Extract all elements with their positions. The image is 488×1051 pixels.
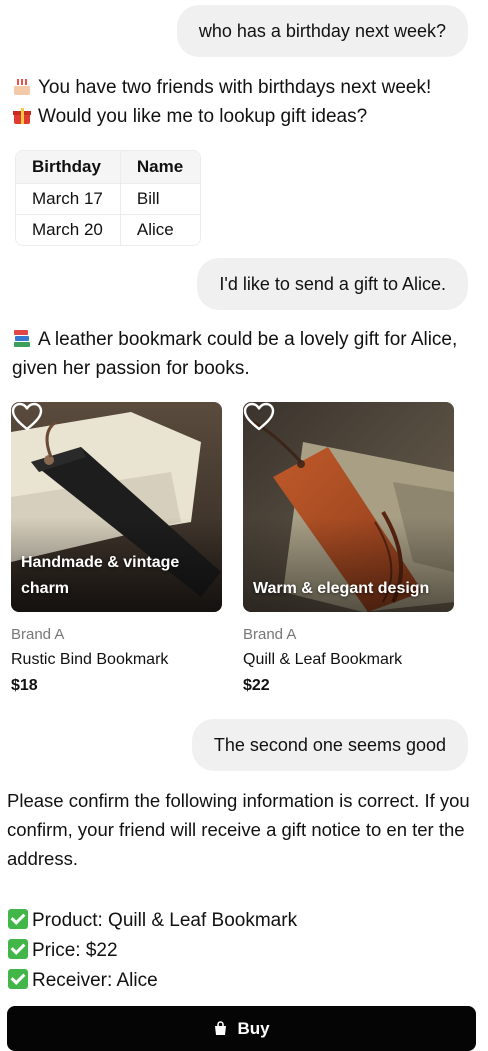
table-header-name: Name [120,151,200,183]
assistant-message-text: A leather bookmark could be a lovely gif… [12,329,458,379]
product-brand: Brand A [11,626,65,643]
product-name[interactable]: Rustic Bind Bookmark [11,651,222,669]
shopping-bag-icon [215,1021,227,1035]
table-header-row: Birthday Name [16,151,200,183]
confirmation-item-text: Product: Quill & Leaf Bookmark [32,910,298,931]
table-cell-date: March 20 [16,214,121,245]
confirmation-item: Product: Quill & Leaf Bookmark [8,906,297,936]
gift-icon [12,105,32,125]
check-mark-icon [8,939,28,959]
user-message-text: who has a birthday next week? [198,21,446,41]
assistant-message-line: Would you like me to lookup gift ideas? [12,102,478,131]
favorite-heart-icon[interactable] [11,402,43,432]
table-cell-name: Bill [120,183,200,214]
check-mark-icon [8,909,28,929]
product-price: $22 [243,677,270,694]
birthday-cake-icon [12,76,32,96]
table-cell-date: March 17 [16,183,121,214]
assistant-message-text: Would you like me to lookup gift ideas? [38,106,368,127]
user-message-text: I'd like to send a gift to Alice. [219,274,446,294]
table-row: March 20 Alice [16,214,200,245]
assistant-message-text: Please confirm the following information… [7,790,470,869]
table-row: March 17 Bill [16,183,200,214]
buy-button[interactable]: Buy [7,1006,476,1051]
assistant-message: A leather bookmark could be a lovely gif… [12,325,478,383]
check-mark-icon [8,969,28,989]
product-brand: Brand A [243,626,297,643]
user-message-bubble: I'd like to send a gift to Alice. [197,258,468,310]
confirmation-item: Receiver: Alice [8,966,297,996]
favorite-heart-icon[interactable] [243,402,275,432]
product-price: $18 [11,677,38,694]
product-image[interactable]: Warm & elegant design [243,402,454,612]
assistant-message-line: You have two friends with birthdays next… [12,73,478,102]
table-cell-name: Alice [120,214,200,245]
product-card[interactable]: Warm & elegant design Brand A Quill & Le… [243,402,454,695]
table-header-birthday: Birthday [16,151,121,183]
product-tagline: Handmade & vintage charm [21,554,180,597]
assistant-message: Please confirm the following information… [7,786,482,873]
confirmation-item: Price: $22 [8,936,297,966]
product-tagline: Warm & elegant design [253,580,430,597]
birthday-table: Birthday Name March 17 Bill March 20 Ali… [15,150,201,246]
confirmation-list: Product: Quill & Leaf Bookmark Price: $2… [8,906,297,996]
confirmation-item-text: Receiver: Alice [32,970,158,991]
buy-button-label: Buy [237,1018,270,1038]
user-message-text: The second one seems good [213,735,446,755]
product-name[interactable]: Quill & Leaf Bookmark [243,651,454,669]
user-message-bubble: who has a birthday next week? [176,5,468,57]
user-message-bubble: The second one seems good [191,719,468,771]
assistant-message: You have two friends with birthdays next… [12,73,478,131]
books-icon [12,328,32,348]
product-card[interactable]: Handmade & vintage charm Brand A Rustic … [11,402,222,695]
product-image[interactable]: Handmade & vintage charm [11,402,222,612]
assistant-message-text: You have two friends with birthdays next… [38,77,432,98]
confirmation-item-text: Price: $22 [32,940,118,961]
